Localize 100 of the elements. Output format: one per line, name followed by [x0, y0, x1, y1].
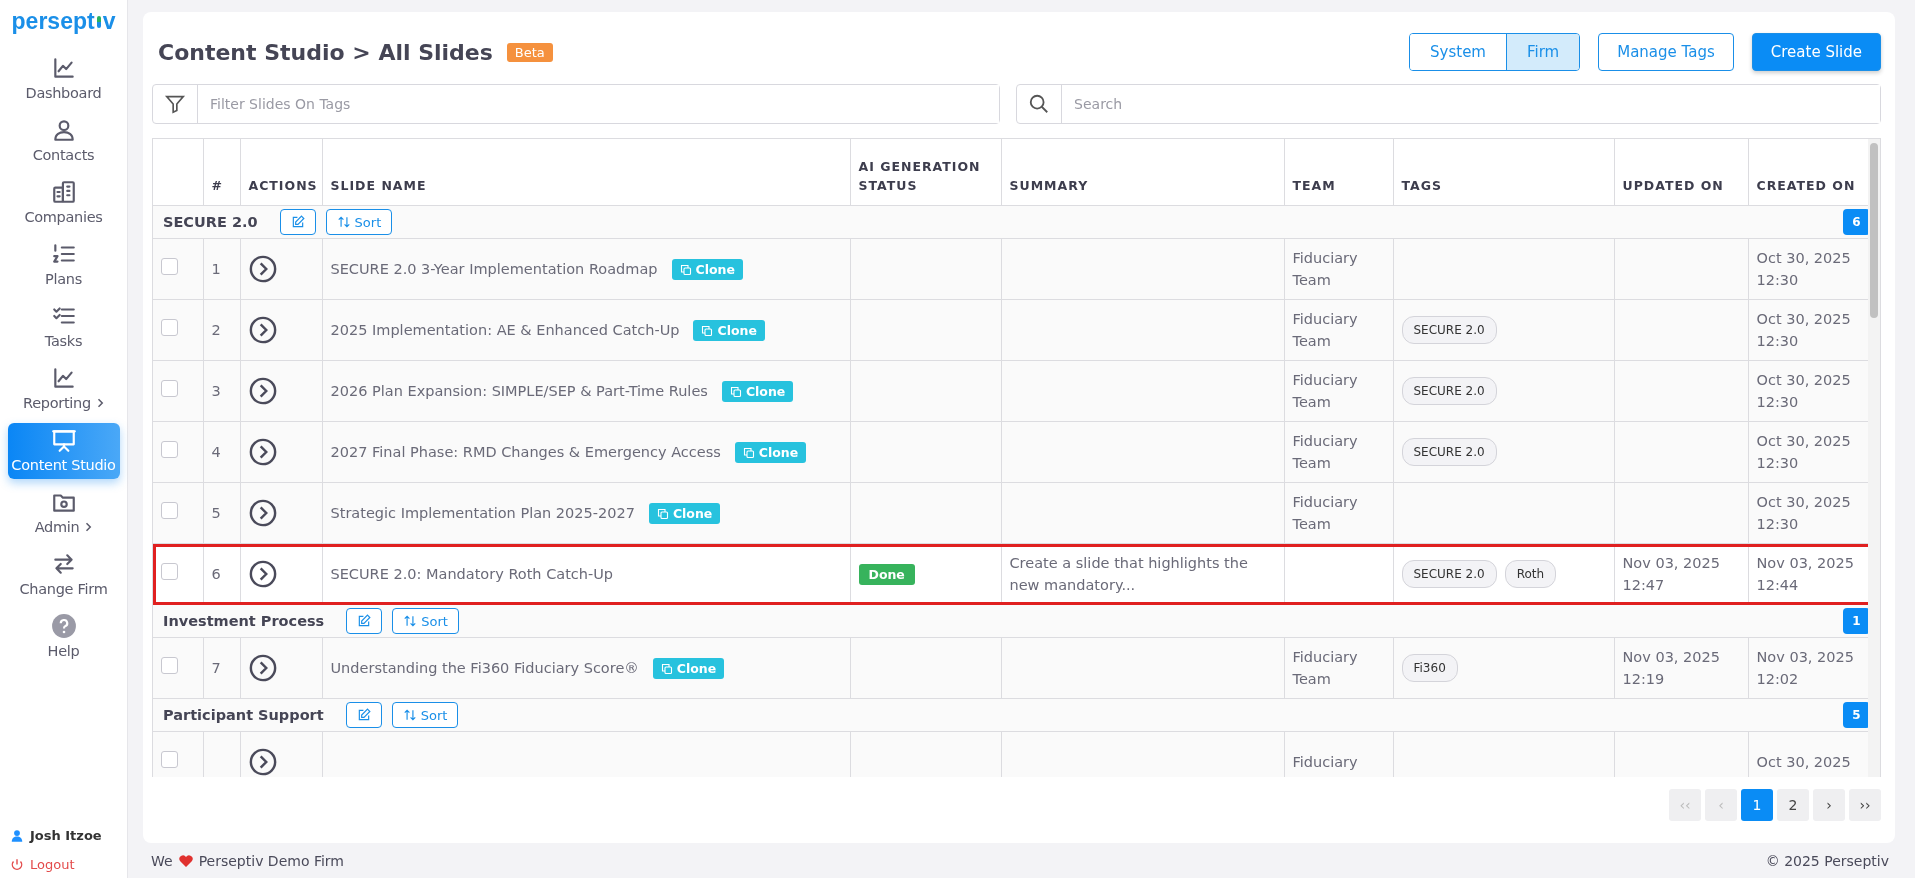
column-header: AI GENERATION STATUS: [850, 139, 1001, 206]
slide-name[interactable]: SECURE 2.0: Mandatory Roth Catch-Up: [330, 566, 614, 582]
sidebar-item[interactable]: Reporting: [7, 361, 120, 417]
team-name: Fiduciary Team: [1292, 311, 1358, 349]
row-checkbox[interactable]: [161, 656, 178, 674]
help-icon: [50, 613, 77, 639]
slide-name[interactable]: Strategic Implementation Plan 2025-2027: [330, 504, 635, 521]
slide-name[interactable]: Understanding the Fi360 Fiduciary Score®: [330, 659, 639, 676]
search-field[interactable]: Search: [1016, 84, 1881, 124]
page-button[interactable]: ››: [1849, 789, 1881, 821]
created-date: Oct 30, 2025 12:30: [1756, 493, 1852, 534]
sort-button[interactable]: Sort: [325, 209, 393, 235]
page-button[interactable]: ›: [1813, 789, 1845, 821]
tag-chip: SECURE 2.0: [1401, 438, 1497, 466]
row-number: 2: [211, 322, 221, 338]
column-header: SUMMARY: [1001, 139, 1284, 206]
footer-text: We: [151, 852, 173, 869]
created-date: Nov 03, 2025 12:02: [1756, 648, 1855, 689]
slide-name[interactable]: 2026 Plan Expansion: SIMPLE/SEP & Part-Time Rules: [330, 382, 708, 399]
team-name: Fiduciary Team: [1292, 433, 1358, 471]
team-name: Fiduciary Team: [1292, 372, 1358, 410]
team-name: Fiduciary Team: [1292, 649, 1358, 687]
sort-button[interactable]: Sort: [391, 702, 459, 728]
edit-icon: [290, 215, 305, 229]
row-checkbox[interactable]: [161, 562, 178, 580]
edit-button[interactable]: [345, 702, 382, 728]
team-name: Fiduciary Team: [1292, 250, 1358, 288]
group-name: Investment Process: [163, 612, 325, 631]
row-number: 3: [211, 383, 221, 399]
firm-name: Perseptiv Demo Firm: [198, 852, 344, 869]
sidebar-item[interactable]: Admin: [7, 485, 120, 541]
updated-date: Nov 03, 2025 12:19: [1622, 648, 1721, 689]
row-checkbox[interactable]: [161, 750, 178, 768]
scrollbar[interactable]: [1868, 139, 1880, 777]
row-checkbox[interactable]: [161, 379, 178, 397]
sidebar-item[interactable]: Contacts: [7, 113, 120, 169]
edit-icon: [357, 614, 372, 628]
count-badge: 5: [1843, 702, 1870, 728]
sidebar-item[interactable]: Companies: [7, 175, 120, 231]
tag-chip: SECURE 2.0: [1401, 316, 1497, 344]
copy-icon: [742, 446, 755, 459]
scope-toggle[interactable]: Firm: [1506, 34, 1580, 70]
row-number: 6: [211, 566, 221, 582]
presentation-icon: [50, 427, 77, 453]
page-button[interactable]: 1: [1741, 789, 1773, 821]
created-date: Oct 30, 2025 12:30: [1756, 432, 1852, 473]
copy-icon: [656, 507, 669, 520]
row-number: 5: [211, 505, 221, 521]
edit-icon: [356, 708, 371, 722]
column-header: TAGS: [1393, 139, 1614, 206]
sort-icon: [336, 215, 351, 229]
column-header: UPDATED ON: [1614, 139, 1748, 206]
copy-icon: [729, 385, 742, 398]
row-number: 7: [211, 660, 221, 676]
user-icon: [10, 828, 24, 843]
create-button[interactable]: Create Slide: [1751, 33, 1881, 71]
edit-button[interactable]: [346, 608, 383, 634]
created-date: Nov 03, 2025 12:44: [1756, 554, 1855, 595]
column-header: #: [203, 139, 240, 206]
column-header: SLIDE NAME: [322, 139, 850, 206]
tag-chip: SECURE 2.0: [1401, 560, 1497, 588]
created-date: Oct 30, 2025 12:30: [1756, 371, 1852, 412]
row-number: 4: [211, 444, 221, 460]
created-date: Oct 30, 2025 12:30: [1756, 310, 1852, 351]
building-icon: [50, 179, 77, 205]
group-name: Participant Support: [163, 706, 324, 725]
row-checkbox[interactable]: [161, 257, 178, 275]
slide-name[interactable]: 2027 Final Phase: RMD Changes & Emergency Access: [330, 443, 721, 460]
tag-chip: SECURE 2.0: [1401, 377, 1497, 405]
row-number: 1: [211, 261, 221, 277]
tag-chip: Roth: [1504, 560, 1557, 588]
status-badge: Done: [858, 563, 915, 585]
updated-date: Nov 03, 2025 12:47: [1622, 554, 1721, 595]
sort-icon: [402, 708, 417, 722]
count-badge: 6: [1843, 209, 1870, 235]
manage-button[interactable]: Manage Tags: [1598, 33, 1734, 71]
page-button[interactable]: 2: [1777, 789, 1809, 821]
user-name[interactable]: Josh Itzoe: [10, 828, 102, 843]
sidebar-item[interactable]: Content Studio: [7, 423, 120, 479]
slide-name[interactable]: SECURE 2.0 3-Year Implementation Roadmap: [330, 260, 658, 277]
row-checkbox[interactable]: [161, 501, 178, 519]
brand-logo[interactable]: persept v: [11, 8, 116, 35]
sort-button[interactable]: Sort: [392, 608, 459, 634]
column-header: TEAM: [1284, 139, 1393, 206]
page-title: Content Studio > All Slides: [158, 39, 493, 65]
slide-name[interactable]: 2025 Implementation: AE & Enhanced Catch-Up: [330, 321, 680, 338]
row-checkbox[interactable]: [161, 318, 178, 336]
filter-field[interactable]: Filter Slides On Tags: [152, 84, 1001, 124]
logout-link[interactable]: Logout: [10, 857, 75, 872]
row-checkbox[interactable]: [161, 440, 178, 458]
edit-button[interactable]: [279, 209, 316, 235]
sidebar-item[interactable]: Plans: [7, 237, 120, 293]
summary-text: Create a slide that highlights the new mandatory...: [1009, 555, 1248, 593]
sidebar-item[interactable]: Tasks: [7, 299, 120, 355]
copy-icon: [660, 662, 673, 675]
sidebar-item[interactable]: Change Firm: [7, 547, 120, 603]
sidebar-item[interactable]: Help: [7, 609, 120, 665]
copy-icon: [679, 263, 692, 276]
group-name: SECURE 2.0: [163, 213, 258, 232]
sidebar-item[interactable]: Dashboard: [7, 51, 120, 107]
